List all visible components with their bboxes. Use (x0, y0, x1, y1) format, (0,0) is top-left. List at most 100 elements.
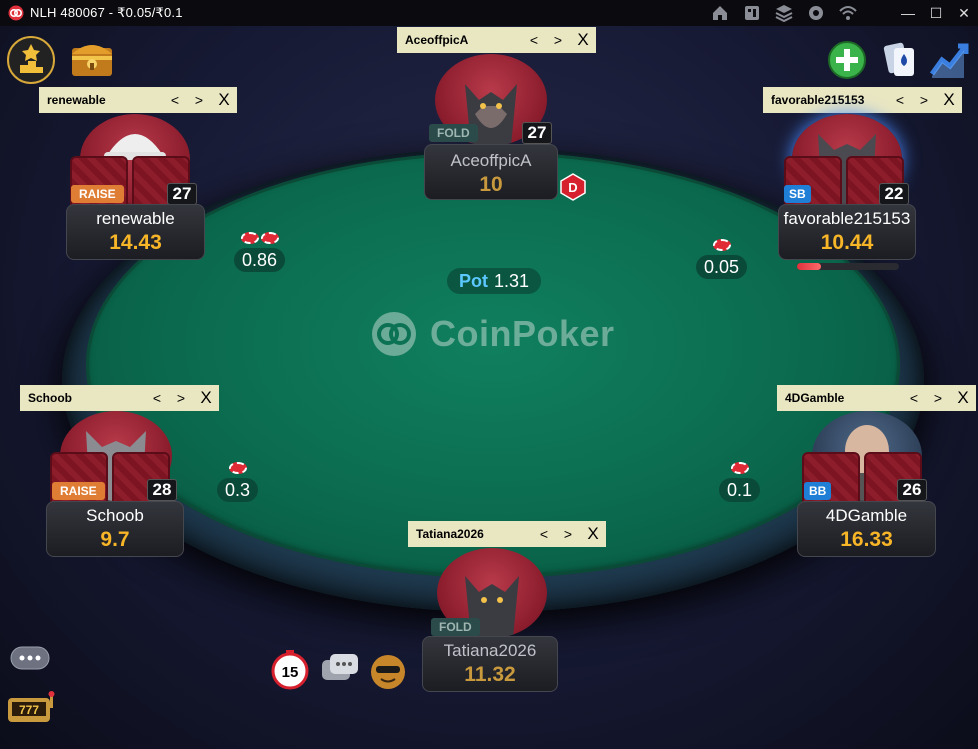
slot-machine-icon[interactable]: 777 (6, 690, 56, 726)
player-name: renewable (96, 209, 175, 228)
emoji-icon[interactable] (369, 653, 407, 691)
player-nameplate[interactable]: AceoffpicA 10 (424, 144, 558, 200)
player-stack: 9.7 (100, 528, 130, 551)
note-close-button[interactable]: X (193, 388, 219, 408)
note-player-name: 4DGamble (785, 391, 845, 405)
player-name: AceoffpicA (450, 151, 532, 170)
player-note-bar[interactable]: AceoffpicA < > X (397, 27, 596, 53)
bet-amount: 0.86 (234, 248, 286, 272)
note-next-button[interactable]: > (556, 526, 580, 542)
player-note-bar[interactable]: renewable < > X (39, 87, 237, 113)
player-name: favorable215153 (783, 209, 911, 228)
note-next-button[interactable]: > (912, 92, 936, 108)
player-stack: 14.43 (109, 231, 162, 254)
player-nameplate[interactable]: 4DGamble 16.33 (797, 501, 936, 557)
poker-table-window: NLH 480067 - ₹0.05/₹0.1 — ☐ ✕ CoinPoker … (0, 0, 978, 749)
stats-chart-icon[interactable] (928, 40, 970, 80)
player-name: Tatiana2026 (443, 641, 537, 660)
window-title: NLH 480067 - ₹0.05/₹0.1 (30, 5, 183, 20)
note-prev-button[interactable]: < (163, 92, 187, 108)
player-stack: 10.44 (820, 231, 874, 254)
player-nameplate[interactable]: Schoob 9.7 (46, 501, 184, 557)
hand-count-badge: 26 (897, 479, 927, 501)
note-next-button[interactable]: > (187, 92, 211, 108)
minimize-button[interactable]: — (894, 0, 922, 26)
action-badge: FOLD (431, 618, 480, 636)
player-nameplate[interactable]: Tatiana2026 11.32 (422, 636, 558, 692)
treasure-chest-icon[interactable] (68, 36, 116, 80)
more-options-button[interactable] (10, 646, 50, 670)
note-prev-button[interactable]: < (145, 390, 169, 406)
note-player-name: favorable215153 (771, 93, 865, 107)
title-bar: NLH 480067 - ₹0.05/₹0.1 — ☐ ✕ (0, 0, 978, 26)
player-bet: 0.1 (719, 452, 761, 502)
action-timer-fill (797, 263, 822, 270)
brand-name: CoinPoker (430, 313, 615, 354)
hand-count-badge: 28 (147, 479, 177, 501)
coinpoker-watermark-icon (372, 312, 416, 356)
note-prev-button[interactable]: < (888, 92, 912, 108)
note-next-button[interactable]: > (926, 390, 950, 406)
action-badge: RAISE (71, 185, 124, 203)
timebank-value: 15 (282, 664, 299, 681)
home-icon[interactable] (710, 3, 730, 23)
position-badge: BB (804, 482, 832, 500)
chip-stack (240, 222, 279, 244)
pot-value: 1.31 (494, 270, 530, 291)
bet-amount: 0.1 (719, 478, 761, 502)
coinpoker-logo-icon (8, 5, 24, 21)
player-stack: 10 (479, 173, 503, 196)
leaderboard-icon[interactable] (6, 35, 56, 85)
note-player-name: Tatiana2026 (416, 527, 484, 541)
player-bet: 0.05 (696, 229, 748, 279)
pot-display: Pot 1.31 (447, 268, 542, 294)
note-player-name: renewable (47, 93, 106, 107)
note-close-button[interactable]: X (950, 388, 976, 408)
player-note-bar[interactable]: Schoob < > X (20, 385, 219, 411)
pot-label: Pot (459, 270, 488, 291)
note-next-button[interactable]: > (546, 32, 570, 48)
player-nameplate[interactable]: renewable 14.43 (66, 204, 205, 260)
note-close-button[interactable]: X (580, 524, 606, 544)
close-button[interactable]: ✕ (950, 0, 978, 26)
dealer-button: D (559, 173, 587, 201)
settings-icon[interactable] (806, 3, 826, 23)
chip-stack (228, 452, 247, 474)
player-stack: 16.33 (840, 528, 893, 551)
hand-count-badge: 27 (522, 122, 552, 144)
player-name: 4DGamble (825, 506, 908, 525)
dealer-letter: D (568, 180, 577, 195)
note-next-button[interactable]: > (169, 390, 193, 406)
player-note-bar[interactable]: favorable215153 < > X (763, 87, 962, 113)
player-note-bar[interactable]: 4DGamble < > X (777, 385, 976, 411)
note-prev-button[interactable]: < (532, 526, 556, 542)
action-badge: RAISE (52, 482, 105, 500)
note-close-button[interactable]: X (570, 30, 596, 50)
timebank-icon[interactable]: 15 (271, 648, 309, 690)
chip-stack (730, 452, 749, 474)
chat-icon[interactable] (320, 652, 360, 688)
svg-text:777: 777 (19, 703, 39, 717)
player-bet: 0.3 (217, 452, 259, 502)
note-close-button[interactable]: X (936, 90, 962, 110)
add-table-icon[interactable] (827, 40, 867, 80)
player-nameplate[interactable]: favorable215153 10.44 (778, 204, 916, 260)
wifi-icon (838, 3, 858, 23)
brand-watermark: CoinPoker (370, 310, 615, 358)
note-player-name: Schoob (28, 391, 72, 405)
maximize-button[interactable]: ☐ (922, 0, 950, 26)
note-close-button[interactable]: X (211, 90, 237, 110)
note-player-name: AceoffpicA (405, 33, 469, 47)
bet-amount: 0.3 (217, 478, 259, 502)
hand-count-badge: 22 (879, 183, 909, 205)
layers-icon[interactable] (774, 3, 794, 23)
note-prev-button[interactable]: < (522, 32, 546, 48)
position-badge: SB (784, 185, 811, 203)
player-stack: 11.32 (464, 663, 516, 686)
action-badge: FOLD (429, 124, 478, 142)
cashier-icon[interactable] (742, 3, 762, 23)
player-note-bar[interactable]: Tatiana2026 < > X (408, 521, 606, 547)
cards-icon[interactable] (882, 40, 918, 80)
note-prev-button[interactable]: < (902, 390, 926, 406)
action-timer-bar (797, 263, 899, 270)
